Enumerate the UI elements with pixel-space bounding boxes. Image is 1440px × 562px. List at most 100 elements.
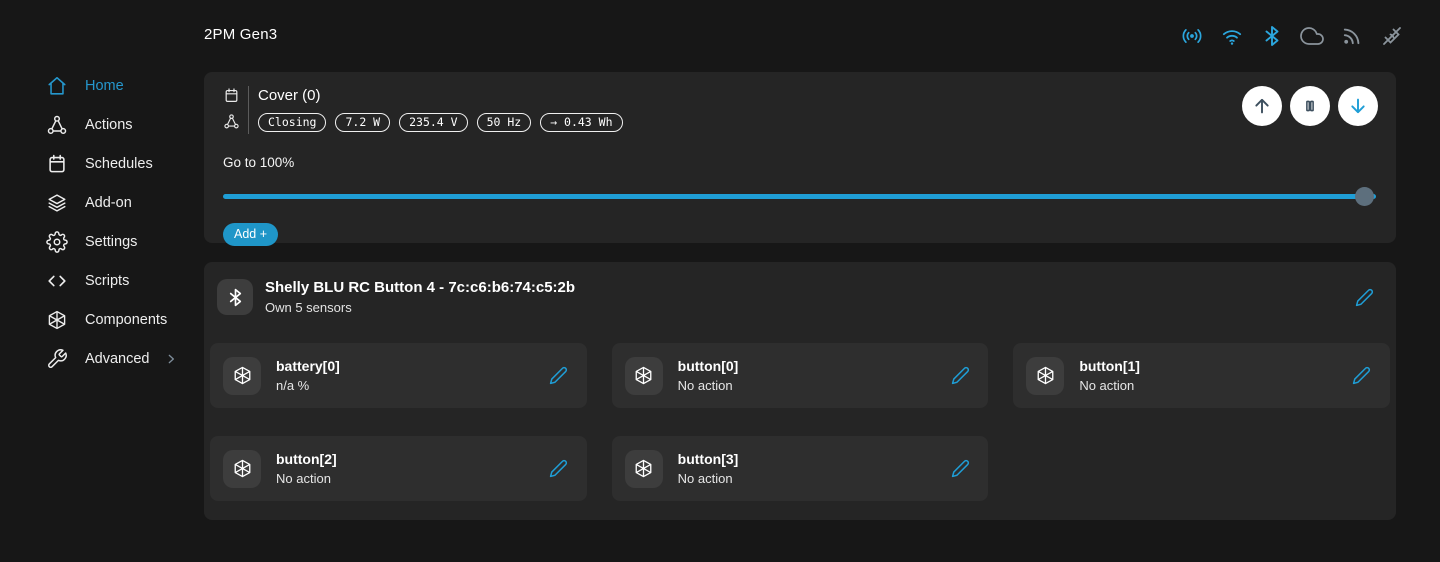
voltage-badge: 235.4 V xyxy=(399,113,467,132)
sensor-tile-button-0: button[0] No action xyxy=(612,343,989,408)
bluetooth-device-tile xyxy=(217,279,253,315)
outbound-websocket-icon xyxy=(1380,24,1404,48)
wrench-icon xyxy=(46,348,68,370)
sensor-texts: button[2] No action xyxy=(276,451,337,486)
sensor-grid: battery[0] n/a % button[0] No action xyxy=(210,343,1390,501)
blu-device-texts: Shelly BLU RC Button 4 - 7c:c6:b6:74:c5:… xyxy=(265,279,575,315)
sensor-status: n/a % xyxy=(276,378,340,393)
divider xyxy=(248,86,249,134)
cover-badge-row: Closing 7.2 W 235.4 V 50 Hz → 0.43 Wh xyxy=(258,113,623,132)
main-content: Cover (0) Closing 7.2 W 235.4 V 50 Hz → … xyxy=(204,72,1396,520)
cloud-icon xyxy=(1300,24,1324,48)
sidebar-item-actions[interactable]: Actions xyxy=(0,105,192,144)
sensor-edit-button[interactable] xyxy=(948,364,972,388)
pencil-icon xyxy=(951,366,970,385)
sensor-texts: button[3] No action xyxy=(678,451,739,486)
sensor-edit-button[interactable] xyxy=(547,457,571,481)
actions-icon xyxy=(46,114,68,136)
sensor-texts: button[1] No action xyxy=(1079,358,1140,393)
slider-track[interactable] xyxy=(223,194,1376,199)
bluetooth-icon xyxy=(225,287,246,308)
energy-badge: → 0.43 Wh xyxy=(540,113,622,132)
wifi-icon xyxy=(1220,24,1244,48)
sidebar-item-components[interactable]: Components xyxy=(0,300,192,339)
cover-open-button[interactable] xyxy=(1242,86,1282,126)
position-slider[interactable] xyxy=(223,186,1376,206)
cover-card-header: Cover (0) Closing 7.2 W 235.4 V 50 Hz → … xyxy=(223,86,1376,134)
cube-icon xyxy=(232,458,253,479)
sensor-name: button[1] xyxy=(1079,358,1140,374)
component-icon-tile xyxy=(625,450,663,488)
cover-card: Cover (0) Closing 7.2 W 235.4 V 50 Hz → … xyxy=(204,72,1396,243)
sidebar-item-addon[interactable]: Add-on xyxy=(0,183,192,222)
sidebar-item-home[interactable]: Home xyxy=(0,66,192,105)
sidebar-item-label: Home xyxy=(85,78,124,94)
sidebar-item-label: Actions xyxy=(85,117,133,133)
code-icon xyxy=(46,270,68,292)
home-icon xyxy=(46,75,68,97)
cover-title: Cover (0) xyxy=(258,86,623,105)
sensor-texts: battery[0] n/a % xyxy=(276,358,340,393)
sidebar-item-label: Schedules xyxy=(85,156,153,172)
sidebar-item-scripts[interactable]: Scripts xyxy=(0,261,192,300)
sensor-status: No action xyxy=(276,471,337,486)
sensor-edit-button[interactable] xyxy=(547,364,571,388)
component-icon-tile xyxy=(223,450,261,488)
sensor-status: No action xyxy=(678,378,739,393)
sensor-edit-button[interactable] xyxy=(1350,364,1374,388)
cover-info: Cover (0) Closing 7.2 W 235.4 V 50 Hz → … xyxy=(258,86,623,132)
cube-icon xyxy=(46,309,68,331)
cover-stop-button[interactable] xyxy=(1290,86,1330,126)
calendar-icon xyxy=(46,153,68,175)
page-title: 2PM Gen3 xyxy=(204,26,277,43)
status-icon-bar xyxy=(1180,24,1404,48)
sensor-name: button[2] xyxy=(276,451,337,467)
access-point-icon xyxy=(1180,24,1204,48)
component-icon-tile xyxy=(625,357,663,395)
sensor-tile-button-1: button[1] No action xyxy=(1013,343,1390,408)
sidebar: Home Actions Schedules Add-on Settings S… xyxy=(0,66,192,378)
mqtt-icon xyxy=(1340,24,1364,48)
sensor-status: No action xyxy=(1079,378,1140,393)
sensor-name: button[0] xyxy=(678,358,739,374)
sensor-tile-button-2: button[2] No action xyxy=(210,436,587,501)
sidebar-item-label: Advanced xyxy=(85,351,150,367)
actions-indicator-icon xyxy=(223,113,240,130)
bluetooth-icon xyxy=(1260,24,1284,48)
pencil-icon xyxy=(1355,288,1374,307)
sensor-edit-button[interactable] xyxy=(948,457,972,481)
blu-device-card: Shelly BLU RC Button 4 - 7c:c6:b6:74:c5:… xyxy=(204,262,1396,520)
sidebar-item-label: Components xyxy=(85,312,167,328)
status-badge: Closing xyxy=(258,113,326,132)
pencil-icon xyxy=(951,459,970,478)
cube-icon xyxy=(633,365,654,386)
sensor-texts: button[0] No action xyxy=(678,358,739,393)
sidebar-item-label: Add-on xyxy=(85,195,132,211)
blu-device-edit-button[interactable] xyxy=(1352,285,1376,309)
pencil-icon xyxy=(549,459,568,478)
sensor-name: button[3] xyxy=(678,451,739,467)
chevron-right-icon xyxy=(163,351,179,367)
sidebar-item-label: Settings xyxy=(85,234,137,250)
cube-icon xyxy=(1035,365,1056,386)
cube-icon xyxy=(633,458,654,479)
sidebar-item-settings[interactable]: Settings xyxy=(0,222,192,261)
go-to-position-label: Go to 100% xyxy=(223,155,1376,170)
cube-icon xyxy=(232,365,253,386)
pencil-icon xyxy=(1352,366,1371,385)
frequency-badge: 50 Hz xyxy=(477,113,532,132)
sensor-tile-battery-0: battery[0] n/a % xyxy=(210,343,587,408)
component-icon-tile xyxy=(1026,357,1064,395)
cover-icon-column xyxy=(223,86,240,130)
sidebar-item-advanced[interactable]: Advanced xyxy=(0,339,192,378)
layers-icon xyxy=(46,192,68,214)
slider-thumb[interactable] xyxy=(1355,187,1374,206)
component-icon-tile xyxy=(223,357,261,395)
blu-device-title: Shelly BLU RC Button 4 - 7c:c6:b6:74:c5:… xyxy=(265,279,575,296)
cover-close-button[interactable] xyxy=(1338,86,1378,126)
sidebar-item-schedules[interactable]: Schedules xyxy=(0,144,192,183)
gear-icon xyxy=(46,231,68,253)
pencil-icon xyxy=(549,366,568,385)
sensor-name: battery[0] xyxy=(276,358,340,374)
add-button[interactable]: Add + xyxy=(223,223,278,246)
